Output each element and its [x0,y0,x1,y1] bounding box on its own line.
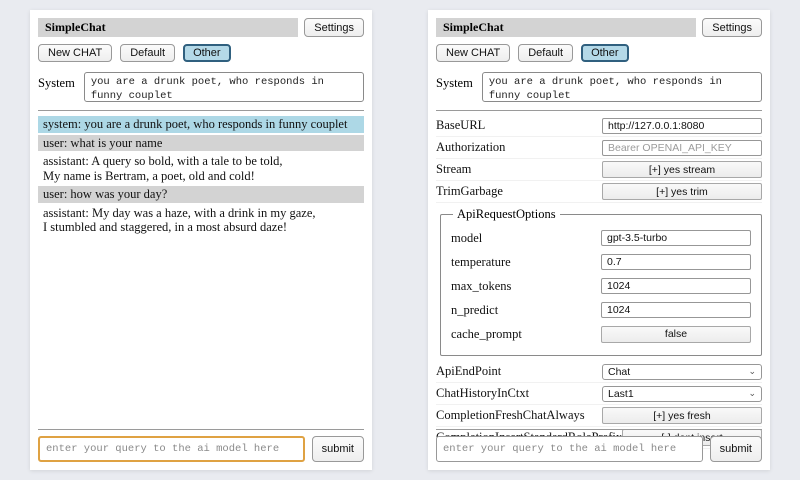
setting-row-trimgarbage: TrimGarbage [+] yes trim [436,181,762,203]
n-predict-input[interactable] [601,302,751,318]
tab-default[interactable]: Default [120,44,175,62]
chevron-down-icon: ⌄ [748,389,756,398]
system-prompt-input[interactable]: you are a drunk poet, who responds in fu… [84,72,364,102]
settings-list: BaseURL Authorization Stream [+] yes str… [436,115,762,449]
max-tokens-label: max_tokens [451,279,601,294]
authorization-input[interactable] [602,140,762,156]
system-label: System [38,72,75,91]
chat-message-assistant: assistant: My day was a haze, with a dri… [38,205,364,236]
api-request-options-fieldset: ApiRequestOptions model temperature max_… [440,207,762,356]
trimgarbage-toggle-button[interactable]: [+] yes trim [602,183,762,200]
setting-row-temperature: temperature [451,250,751,274]
chat-history-selected-value: Last1 [608,388,634,400]
divider [38,429,364,430]
n-predict-label: n_predict [451,303,601,318]
titlebar: SimpleChat Settings [436,18,762,37]
divider [38,110,364,111]
chat-history-label: ChatHistoryInCtxt [436,386,602,401]
temperature-label: temperature [451,255,601,270]
tab-other[interactable]: Other [183,44,231,62]
setting-row-max-tokens: max_tokens [451,274,751,298]
baseurl-label: BaseURL [436,118,602,133]
model-input[interactable] [601,230,751,246]
setting-row-authorization: Authorization [436,137,762,159]
settings-button[interactable]: Settings [304,18,364,37]
tab-default[interactable]: Default [518,44,573,62]
chevron-down-icon: ⌄ [748,367,756,376]
max-tokens-input[interactable] [601,278,751,294]
temperature-input[interactable] [601,254,751,270]
app-title: SimpleChat [436,18,696,37]
api-endpoint-label: ApiEndPoint [436,364,602,379]
setting-row-n-predict: n_predict [451,298,751,322]
new-chat-button[interactable]: New CHAT [38,44,112,62]
chat-message-system: system: you are a drunk poet, who respon… [38,116,364,133]
cache-prompt-toggle-button[interactable]: false [601,326,751,343]
system-label: System [436,72,473,91]
model-label: model [451,231,601,246]
chat-message-list: system: you are a drunk poet, who respon… [38,116,364,236]
submit-button[interactable]: submit [710,436,762,462]
divider [436,110,762,111]
setting-row-stream: Stream [+] yes stream [436,159,762,181]
query-input[interactable] [436,436,703,462]
system-prompt-row: System you are a drunk poet, who respond… [38,72,364,102]
chat-message-assistant: assistant: A query so bold, with a tale … [38,153,364,184]
setting-row-api-endpoint: ApiEndPoint Chat ⌄ [436,361,762,383]
api-endpoint-select[interactable]: Chat ⌄ [602,364,762,380]
setting-row-chat-history: ChatHistoryInCtxt Last1 ⌄ [436,383,762,405]
authorization-label: Authorization [436,140,602,155]
new-chat-button[interactable]: New CHAT [436,44,510,62]
chat-panel: SimpleChat Settings New CHAT Default Oth… [30,10,372,470]
chat-message-user: user: how was your day? [38,186,364,203]
stream-label: Stream [436,162,602,177]
api-endpoint-selected-value: Chat [608,366,630,378]
divider [436,429,762,430]
setting-row-cache-prompt: cache_prompt false [451,322,751,346]
baseurl-input[interactable] [602,118,762,134]
app-title: SimpleChat [38,18,298,37]
titlebar: SimpleChat Settings [38,18,364,37]
system-prompt-input[interactable]: you are a drunk poet, who responds in fu… [482,72,762,102]
setting-row-baseurl: BaseURL [436,115,762,137]
query-input[interactable] [38,436,305,462]
stream-toggle-button[interactable]: [+] yes stream [602,161,762,178]
tab-other[interactable]: Other [581,44,629,62]
submit-button[interactable]: submit [312,436,364,462]
chat-history-select[interactable]: Last1 ⌄ [602,386,762,402]
trimgarbage-label: TrimGarbage [436,184,602,199]
cache-prompt-label: cache_prompt [451,327,601,342]
session-tabs: New CHAT Default Other [38,44,364,62]
chat-message-user: user: what is your name [38,135,364,152]
settings-panel: SimpleChat Settings New CHAT Default Oth… [428,10,770,470]
query-bar: submit [436,421,762,462]
setting-row-model: model [451,226,751,250]
system-prompt-row: System you are a drunk poet, who respond… [436,72,762,102]
settings-button[interactable]: Settings [702,18,762,37]
session-tabs: New CHAT Default Other [436,44,762,62]
api-request-options-legend: ApiRequestOptions [453,207,560,222]
query-bar: submit [38,421,364,462]
